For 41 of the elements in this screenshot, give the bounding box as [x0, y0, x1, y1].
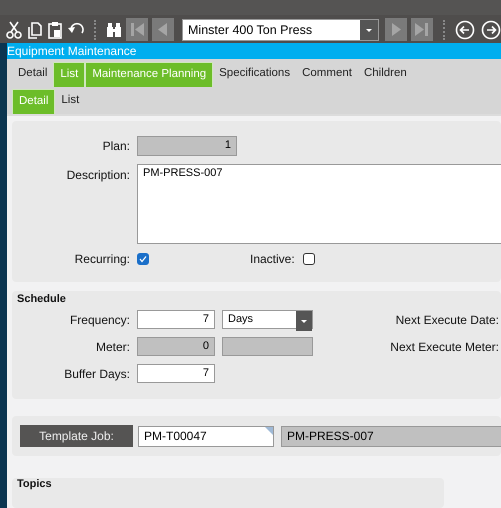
field-label: Frequency: [68, 312, 130, 326]
field-label: Inactive: [250, 252, 295, 266]
field-label: Plan: [102, 139, 130, 153]
caret-icon [296, 311, 312, 331]
caret-icon [360, 20, 378, 40]
tab[interactable]: Specifications [213, 62, 296, 84]
input-field[interactable] [222, 337, 313, 356]
field-label: Buffer Days: [63, 366, 130, 380]
section-title: Topics [16, 478, 53, 490]
corner-marker-icon [265, 426, 273, 434]
field-label: Recurring: [74, 252, 130, 266]
input-field[interactable]: PM-PRESS-007 [281, 426, 501, 446]
tab[interactable]: Comment [296, 62, 358, 84]
next-record-icon[interactable] [385, 18, 407, 42]
tab[interactable]: List [55, 89, 86, 111]
tab[interactable]: Detail [12, 62, 54, 84]
text-area[interactable]: PM-PRESS-007 [137, 164, 501, 244]
scissors-icon[interactable] [6, 20, 22, 39]
window-title: Equipment Maintenance [7, 43, 501, 59]
previous-record-icon[interactable] [152, 18, 174, 42]
clipboard-icon[interactable] [48, 20, 62, 39]
copy-icon[interactable] [28, 20, 42, 39]
checkbox[interactable] [302, 253, 315, 265]
tab[interactable]: Children [358, 62, 413, 84]
unit-dropdown[interactable]: Days [222, 310, 313, 329]
input-field[interactable]: 1 [137, 136, 237, 156]
field-label: Meter: [94, 340, 130, 354]
input-field[interactable]: 0 [137, 337, 215, 356]
input-field[interactable]: PM-T00047 [138, 426, 274, 446]
record-dropdown[interactable]: Minster 400 Ton Press [182, 18, 379, 41]
checkbox[interactable] [137, 253, 149, 265]
input-field[interactable]: 7 [137, 364, 215, 383]
input-field[interactable]: 7 [137, 310, 215, 329]
section-title: Schedule [16, 293, 67, 305]
field-label: Next Execute Date: [394, 312, 500, 326]
field-label: Template Job: [20, 425, 133, 447]
binoculars-icon[interactable] [106, 20, 122, 39]
last-record-icon[interactable] [411, 18, 433, 42]
first-record-icon[interactable] [126, 18, 148, 42]
field-label: Next Execute Meter: [389, 340, 500, 354]
field-label: Description: [66, 167, 130, 182]
